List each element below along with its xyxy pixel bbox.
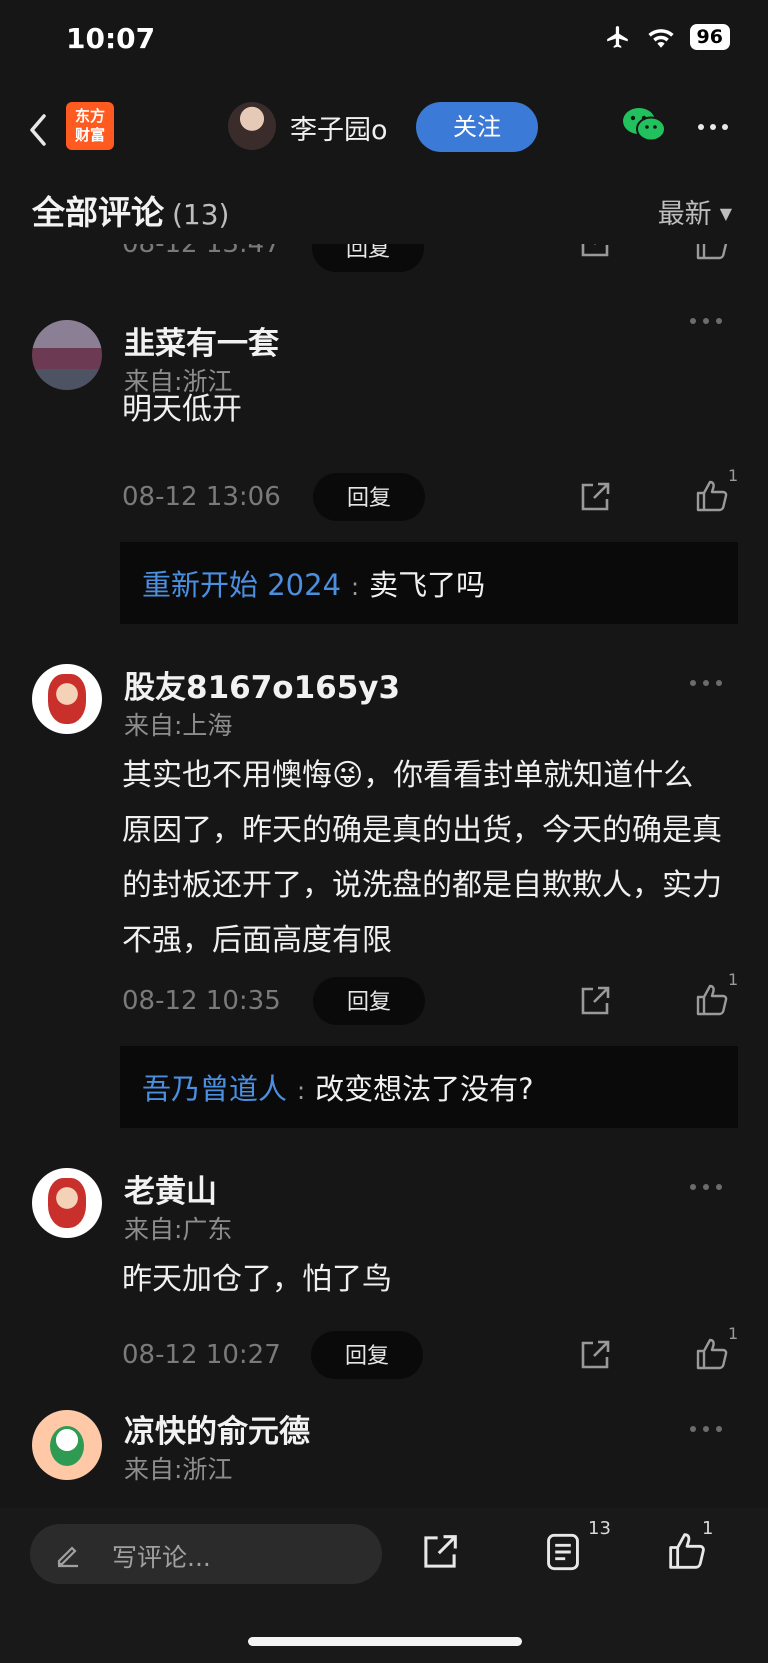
comment-username[interactable]: 凉快的俞元德 [124,1406,310,1451]
sub-reply-separator: : [351,573,360,601]
like-count: 1 [728,1324,739,1343]
share-icon[interactable] [578,984,612,1018]
comment-more-icon[interactable] [690,1184,722,1190]
comment-list-icon[interactable] [544,1532,582,1572]
author-avatar[interactable] [228,102,276,150]
pencil-icon [57,1546,78,1568]
comment-location: 来自:上海 [124,711,233,740]
wifi-icon [647,29,674,48]
sub-reply-username[interactable]: 吾乃曾道人 [142,1072,287,1106]
caret-down-icon: ▼ [719,204,732,223]
airplane-icon [606,26,628,48]
comments-title-text: 全部评论 [32,193,164,232]
comment-more-icon[interactable] [690,680,722,686]
user-avatar[interactable] [32,1410,102,1480]
logo-line-2: 财富 [74,126,105,144]
sort-label: 最新 [657,199,712,230]
comment-text: 明天低开 [122,392,242,427]
follow-button[interactable]: 关注 [416,102,538,152]
sub-reply-text: 卖飞了吗 [369,568,486,602]
comment-more-icon[interactable] [690,1426,722,1432]
sub-reply-content: 重新开始 2024: 卖飞了吗 [142,562,485,604]
thumbs-up-icon[interactable] [694,1336,730,1372]
reply-button[interactable]: 回复 [313,977,425,1025]
comment-location: 来自:浙江 [124,1455,233,1484]
sub-reply-content: 吾乃曾道人: 改变想法了没有? [142,1066,534,1108]
share-icon[interactable] [578,480,612,514]
comment-input-placeholder: 写评论... [112,1543,211,1572]
thumbs-up-icon[interactable] [694,478,730,514]
comment-username[interactable]: 老黄山 [124,1166,217,1211]
sub-reply-username[interactable]: 重新开始 2024 [142,568,341,602]
logo-line-1: 东方 [74,107,105,125]
user-avatar[interactable] [32,320,102,390]
comment-username[interactable]: 韭菜有一套 [124,318,279,363]
comment-time: 08-12 10:35 [122,986,281,1016]
like-count: 1 [728,970,739,989]
sub-reply[interactable]: 重新开始 2024: 卖飞了吗 [120,542,738,624]
comment-text: 昨天加仓了，怕了鸟 [122,1262,392,1297]
share-icon[interactable] [420,1532,460,1572]
user-avatar[interactable] [32,1168,102,1238]
comment-count-badge: 13 [588,1518,611,1539]
home-indicator[interactable] [248,1637,522,1646]
back-arrow-icon[interactable] [24,110,52,150]
user-avatar[interactable] [32,664,102,734]
battery-indicator: 96 [689,24,730,50]
comments-count: (13) [172,198,230,231]
author-name[interactable]: 李子园o [290,108,388,147]
thumbs-up-icon[interactable] [694,982,730,1018]
reply-button[interactable]: 回复 [311,1331,423,1379]
comment-time: 08-12 13:06 [122,482,281,512]
comment-location: 来自:广东 [124,1215,233,1244]
comment-time: 08-12 10:27 [122,1340,281,1370]
like-count: 1 [728,466,739,485]
comment-username[interactable]: 股友8167o165y3 [124,662,400,707]
sub-reply-separator: : [297,1077,306,1105]
comments-title: 全部评论 (13) [32,186,229,234]
like-count-badge: 1 [702,1518,714,1539]
sub-reply[interactable]: 吾乃曾道人: 改变想法了没有? [120,1046,738,1128]
sort-dropdown[interactable]: 最新 ▼ [658,192,732,231]
comment-input[interactable]: 写评论... [30,1524,382,1584]
status-icons: 96 [604,24,730,50]
top-nav-bar: 东方 财富 李子园o 关注 [0,90,768,173]
comments-header: 全部评论 (13) 最新 ▼ [0,172,768,244]
comment-more-icon[interactable] [690,318,722,324]
sub-reply-text: 改变想法了没有? [315,1072,534,1106]
status-time: 10:07 [66,22,156,55]
more-menu-icon[interactable] [698,124,728,130]
comment-text: 其实也不用懊悔😜，你看看封单就知道什么原因了，昨天的确是真的出货，今天的确是真的… [122,758,722,958]
eastmoney-logo[interactable]: 东方 财富 [66,102,114,150]
reply-button[interactable]: 回复 [313,473,425,521]
wechat-icon[interactable] [622,106,666,144]
share-icon[interactable] [578,1338,612,1372]
